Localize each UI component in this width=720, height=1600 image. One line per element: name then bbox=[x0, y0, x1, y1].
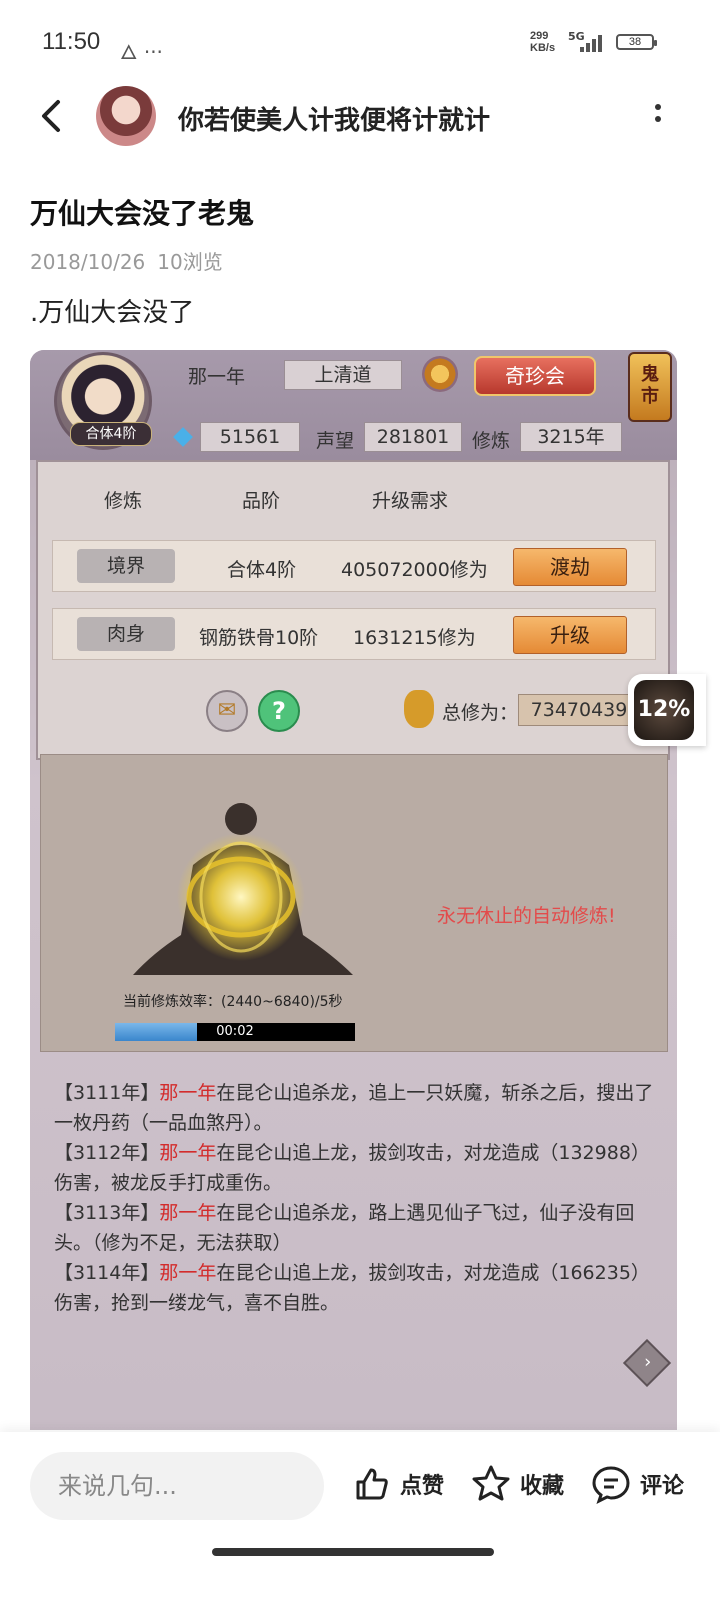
comment-button[interactable]: 评论 bbox=[590, 1464, 684, 1504]
post-title: 万仙大会没了老鬼 bbox=[30, 197, 255, 230]
row-grade: 钢筋铁骨10阶 bbox=[199, 627, 319, 649]
comment-input[interactable] bbox=[30, 1452, 324, 1520]
log-entry: 【3113年】那一年在昆仑山追杀龙，路上遇见仙子飞过，仙子没有回头。（修为不足，… bbox=[54, 1198, 658, 1258]
post-views: 10浏览 bbox=[157, 250, 223, 274]
log-name: 那一年 bbox=[159, 1262, 217, 1284]
mail-icon: ✉ bbox=[206, 690, 248, 732]
efficiency-text: 当前修炼效率：(2440~6840)/5秒 bbox=[123, 994, 343, 1010]
row-tag: 境界 bbox=[77, 549, 175, 583]
post-body-text: .万仙大会没了 bbox=[30, 298, 195, 328]
favorite-label: 收藏 bbox=[520, 1474, 565, 1499]
col-header-grade: 品阶 bbox=[242, 490, 281, 512]
total-cultivation-label: 总修为： bbox=[442, 702, 519, 724]
comment-label: 评论 bbox=[640, 1474, 685, 1499]
progress-time: 00:02 bbox=[216, 1024, 254, 1039]
bottom-action-bar: 点赞 收藏 评论 bbox=[0, 1432, 720, 1600]
comment-bubble-icon bbox=[592, 1466, 630, 1504]
log-entry: 【3114年】那一年在昆仑山追上龙，拔剑攻击，对龙造成（166235）伤害，抢到… bbox=[54, 1258, 658, 1318]
back-button[interactable] bbox=[34, 96, 74, 136]
row-requirement: 1631215修为 bbox=[353, 627, 476, 649]
thumbs-up-icon bbox=[356, 1468, 388, 1500]
gear-icon bbox=[422, 356, 458, 392]
more-options-button[interactable] bbox=[648, 104, 668, 134]
player-name: 那一年 bbox=[188, 366, 246, 388]
status-time: 11:50 bbox=[42, 28, 101, 55]
like-label: 点赞 bbox=[400, 1474, 445, 1499]
total-cultivation-value: 73470439 bbox=[518, 694, 640, 726]
cultivation-years: 3215年 bbox=[520, 422, 622, 452]
guishi-label: 鬼 市 bbox=[641, 364, 659, 407]
auto-cultivation-text: 永无休止的自动修炼! bbox=[437, 905, 616, 927]
realm-row: 境界 合体4阶 405072000修为 渡劫 bbox=[52, 540, 656, 592]
net-speed-unit: KB/s bbox=[530, 42, 556, 54]
money-bag-icon bbox=[404, 690, 434, 728]
cultivation-scene: 永无休止的自动修炼! 当前修炼效率：(2440~6840)/5秒 00:02 bbox=[40, 754, 668, 1052]
guishi-button: 鬼 市 bbox=[628, 352, 672, 422]
gem-count: 51561 bbox=[200, 422, 300, 452]
row-requirement: 405072000修为 bbox=[341, 559, 488, 581]
star-icon bbox=[472, 1465, 510, 1501]
dot bbox=[655, 104, 661, 110]
event-log: 【3111年】那一年在昆仑山追杀龙，追上一只妖魔，斩杀之后，搜出了一枚丹药（一品… bbox=[54, 1078, 658, 1318]
log-entry: 【3112年】那一年在昆仑山追上龙，拔剑攻击，对龙造成（132988）伤害，被龙… bbox=[54, 1138, 658, 1198]
reputation-value: 281801 bbox=[364, 422, 462, 452]
col-header-cultivation: 修炼 bbox=[104, 490, 143, 512]
log-name: 那一年 bbox=[159, 1202, 217, 1224]
body-row: 肉身 钢筋铁骨10阶 1631215修为 升级 bbox=[52, 608, 656, 660]
floating-widget[interactable]: 12% bbox=[628, 674, 706, 746]
signal-icon bbox=[580, 34, 608, 52]
log-year: 【3113年】 bbox=[54, 1202, 160, 1224]
net-speed: 299 KB/s bbox=[530, 30, 555, 54]
post-date: 2018/10/26 bbox=[30, 250, 146, 274]
log-name: 那一年 bbox=[159, 1082, 217, 1104]
next-arrow-icon: › bbox=[622, 1338, 672, 1388]
cultivation-label: 修炼 bbox=[472, 430, 511, 452]
col-header-requirement: 升级需求 bbox=[372, 490, 449, 512]
sect-name: 上清道 bbox=[284, 360, 402, 390]
floating-badge: 12% bbox=[634, 680, 694, 740]
author-avatar[interactable] bbox=[96, 86, 156, 146]
post-meta: 2018/10/26 10浏览 bbox=[30, 246, 235, 275]
cultivation-progress-bar: 00:02 bbox=[115, 1023, 355, 1041]
rank-tag: 合体4阶 bbox=[70, 422, 152, 446]
log-year: 【3112年】 bbox=[54, 1142, 160, 1164]
qizhen-button: 奇珍会 bbox=[474, 356, 596, 396]
log-year: 【3114年】 bbox=[54, 1262, 160, 1284]
log-name: 那一年 bbox=[159, 1142, 217, 1164]
log-year: 【3111年】 bbox=[54, 1082, 160, 1104]
home-indicator[interactable] bbox=[212, 1548, 494, 1556]
like-button[interactable]: 点赞 bbox=[352, 1464, 444, 1504]
author-name[interactable]: 你若使美人计我便将计就计 bbox=[178, 100, 490, 137]
help-icon: ? bbox=[258, 690, 300, 732]
net-speed-value: 299 bbox=[530, 30, 549, 42]
status-notification-icons: 🜂 ··· bbox=[120, 40, 163, 64]
row-tag: 肉身 bbox=[77, 617, 175, 651]
upgrade-button: 升级 bbox=[513, 616, 627, 654]
game-top-bar: 合体4阶 那一年 上清道 奇珍会 鬼 市 51561 声望 281801 修炼 … bbox=[30, 350, 677, 460]
reputation-label: 声望 bbox=[316, 430, 355, 452]
battery-icon: 38 bbox=[616, 34, 657, 50]
chevron-left-icon bbox=[42, 100, 60, 132]
row-grade: 合体4阶 bbox=[227, 559, 297, 581]
dujie-button: 渡劫 bbox=[513, 548, 627, 586]
post-image[interactable]: 合体4阶 那一年 上清道 奇珍会 鬼 市 51561 声望 281801 修炼 … bbox=[30, 350, 677, 1430]
favorite-button[interactable]: 收藏 bbox=[470, 1464, 564, 1504]
log-entry: 【3111年】那一年在昆仑山追杀龙，追上一只妖魔，斩杀之后，搜出了一枚丹药（一品… bbox=[54, 1078, 658, 1138]
meditating-figure-icon bbox=[133, 803, 353, 975]
dot bbox=[655, 116, 661, 122]
gem-icon bbox=[173, 427, 193, 447]
